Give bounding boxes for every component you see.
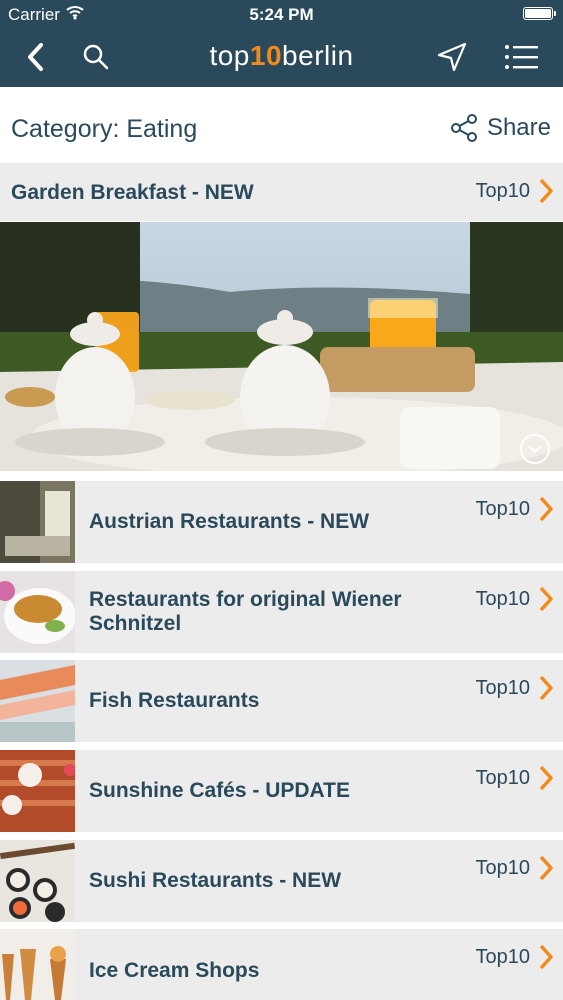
item-title: Restaurants for original Wiener Schnitze…	[89, 588, 402, 635]
fish-image	[0, 660, 75, 742]
item-title: Fish Restaurants	[89, 689, 260, 712]
featured-item-header[interactable]: Garden Breakfast - NEW Top10	[0, 163, 563, 221]
item-title: Austrian Restaurants - NEW	[89, 510, 370, 533]
top10-link[interactable]: Top10	[476, 854, 555, 882]
featured-image[interactable]	[0, 222, 563, 471]
status-bar: Carrier 5:24 PM	[0, 0, 563, 30]
featured-title: Garden Breakfast - NEW	[11, 181, 254, 204]
list-item[interactable]: Austrian Restaurants - NEW Top10	[0, 481, 563, 563]
category-header: Category: Eating Share	[0, 87, 563, 163]
top10-label: Top10	[475, 945, 531, 968]
thumbnail-cafe	[0, 750, 75, 832]
navigation-bar: Carrier 5:24 PM top10berlin	[0, 0, 563, 87]
share-label: Share	[486, 114, 551, 141]
thumbnail-austrian	[0, 481, 75, 563]
list-item[interactable]: Sunshine Cafés - UPDATE Top10	[0, 750, 563, 832]
item-title: Sunshine Cafés - UPDATE	[89, 779, 350, 802]
list-item[interactable]: Fish Restaurants Top10	[0, 660, 563, 742]
clock: 5:24 PM	[249, 5, 314, 24]
top10-link[interactable]: Top10	[476, 764, 555, 792]
top10-label: Top10	[475, 179, 531, 202]
share-icon	[450, 114, 477, 142]
location-button[interactable]	[434, 38, 470, 76]
chevron-right-icon	[539, 675, 553, 701]
chevron-right-icon	[539, 765, 553, 791]
category-title: Category: Eating	[11, 115, 198, 143]
ice-cream-cones-image	[0, 929, 75, 1000]
thumbnail-icecream	[0, 929, 75, 1000]
location-arrow-icon	[437, 42, 467, 72]
chevron-right-icon	[539, 855, 553, 881]
top10-link[interactable]: Top10	[476, 943, 555, 971]
top10-link[interactable]: Top10	[476, 495, 555, 523]
top10-label: Top10	[475, 587, 531, 610]
logo-ten: 10	[249, 40, 283, 71]
battery-icon	[523, 7, 556, 20]
share-button[interactable]: Share	[449, 113, 551, 143]
logo-prefix: top	[209, 40, 250, 71]
chevron-right-icon	[539, 944, 553, 970]
schnitzel-image	[0, 571, 75, 653]
list-item[interactable]: Sushi Restaurants - NEW Top10	[0, 840, 563, 922]
chevron-right-icon	[539, 178, 553, 204]
cafe-table-image	[0, 750, 75, 832]
chevron-right-icon	[539, 586, 553, 612]
restaurant-interior-image	[0, 481, 75, 563]
sushi-image	[0, 840, 75, 922]
menu-button[interactable]	[502, 38, 540, 76]
top10-link[interactable]: Top10	[476, 177, 555, 205]
top10-link[interactable]: Top10	[476, 674, 555, 702]
logo-suffix: berlin	[282, 40, 354, 71]
top10-link[interactable]: Top10	[476, 585, 555, 613]
chevron-right-icon	[539, 496, 553, 522]
thumbnail-sushi	[0, 840, 75, 922]
list-item[interactable]: Restaurants for original Wiener Schnitze…	[0, 571, 563, 653]
item-title: Ice Cream Shops	[89, 959, 260, 982]
thumbnail-fish	[0, 660, 75, 742]
list-item[interactable]: Ice Cream Shops Top10	[0, 929, 563, 1000]
app-logo: top10berlin	[0, 40, 563, 72]
top10-label: Top10	[475, 497, 531, 520]
breakfast-photo	[0, 222, 563, 471]
menu-list-icon	[505, 45, 538, 69]
top10-label: Top10	[475, 676, 531, 699]
thumbnail-schnitzel	[0, 571, 75, 653]
top10-label: Top10	[475, 766, 531, 789]
expand-circle-icon[interactable]	[519, 433, 551, 465]
top10-label: Top10	[475, 856, 531, 879]
item-title: Sushi Restaurants - NEW	[89, 869, 342, 892]
